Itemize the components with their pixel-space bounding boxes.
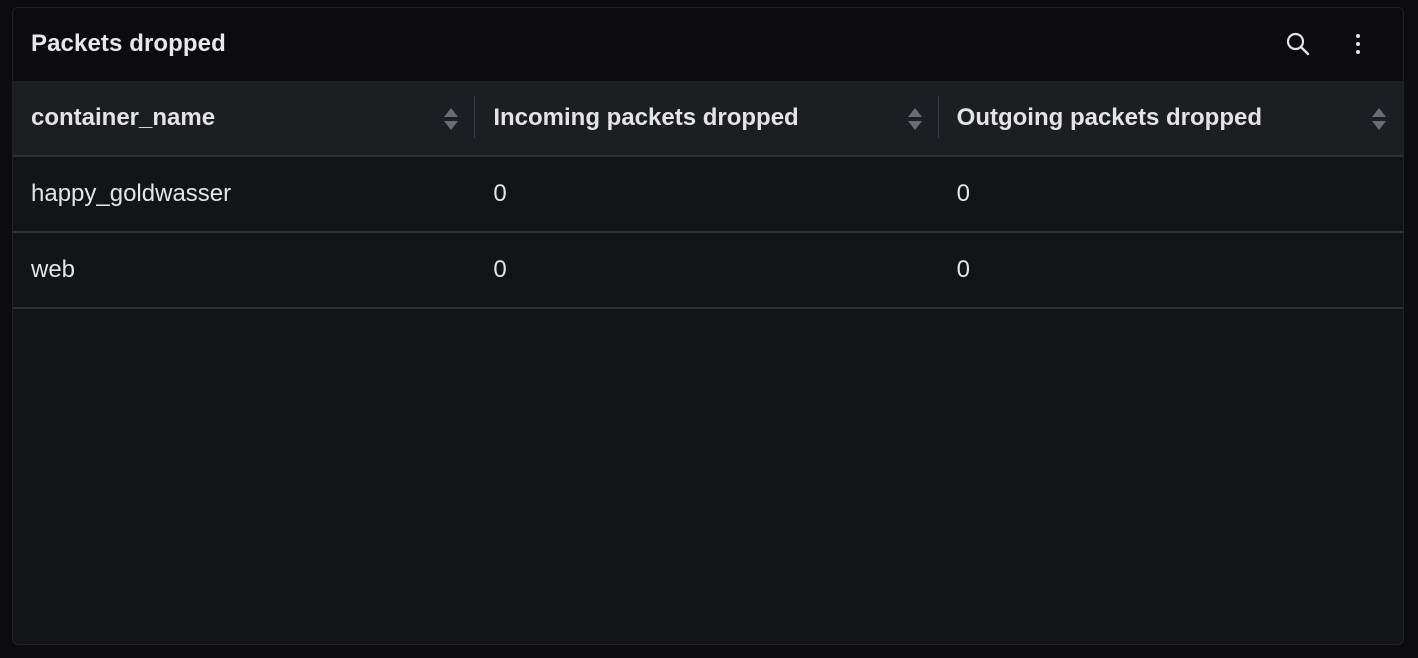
table-header-row: container_name Incoming packets dropped … xyxy=(13,81,1403,157)
packets-dropped-panel: Packets dropped container_name Incoming … xyxy=(12,7,1404,645)
sort-icon[interactable] xyxy=(1371,107,1387,131)
search-button[interactable] xyxy=(1280,26,1316,62)
table-row: happy_goldwasser 0 0 xyxy=(13,157,1403,233)
packets-table: container_name Incoming packets dropped … xyxy=(13,81,1403,309)
column-header-incoming-packets-dropped[interactable]: Incoming packets dropped xyxy=(475,81,939,155)
column-header-container-name[interactable]: container_name xyxy=(13,81,476,155)
cell-incoming-packets-dropped: 0 xyxy=(493,180,507,207)
column-header-outgoing-packets-dropped[interactable]: Outgoing packets dropped xyxy=(939,81,1403,155)
panel-menu-button[interactable] xyxy=(1340,26,1376,62)
kebab-menu-icon xyxy=(1356,34,1360,54)
cell-incoming-packets-dropped: 0 xyxy=(493,256,507,283)
table-row: web 0 0 xyxy=(13,233,1403,309)
cell-container-name: web xyxy=(31,256,76,283)
column-header-label: Incoming packets dropped xyxy=(493,104,799,131)
sort-icon[interactable] xyxy=(907,107,923,131)
column-header-label: container_name xyxy=(31,104,216,131)
column-header-label: Outgoing packets dropped xyxy=(956,104,1262,131)
cell-outgoing-packets-dropped: 0 xyxy=(956,180,971,207)
panel-header: Packets dropped xyxy=(13,8,1403,81)
cell-outgoing-packets-dropped: 0 xyxy=(956,256,971,283)
cell-container-name: happy_goldwasser xyxy=(31,180,232,207)
sort-icon[interactable] xyxy=(443,107,459,131)
panel-title: Packets dropped xyxy=(31,30,226,57)
search-icon xyxy=(1286,32,1310,56)
